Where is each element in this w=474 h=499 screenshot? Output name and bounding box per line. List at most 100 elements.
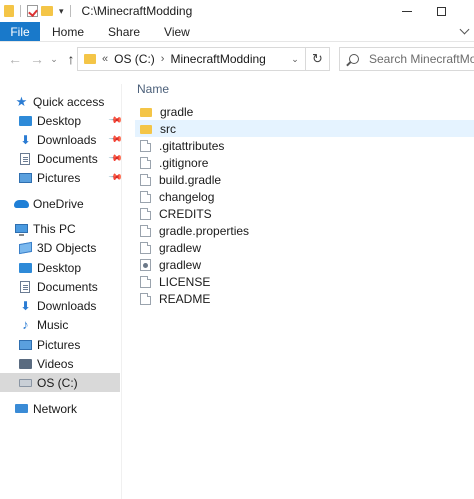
list-item-file[interactable]: build.gradle (135, 171, 474, 188)
sidebar-item-label: 3D Objects (37, 240, 97, 255)
ribbon-tabs: File Home Share View (0, 22, 474, 42)
sidebar-item-pictures[interactable]: Pictures (0, 335, 120, 354)
sidebar-item-documents[interactable]: Documents (0, 277, 120, 296)
sidebar-item-this-pc[interactable]: This PC (0, 219, 120, 238)
folder-icon (140, 124, 152, 134)
tab-home[interactable]: Home (40, 22, 96, 41)
file-name: README (159, 291, 211, 306)
onedrive-icon (14, 199, 29, 208)
minimize-icon (402, 10, 412, 12)
sidebar-item-os-c[interactable]: OS (C:) (0, 373, 120, 392)
list-item-file[interactable]: LICENSE (135, 273, 474, 290)
toolbar-divider (69, 5, 71, 17)
file-name: gradle.properties (159, 223, 250, 238)
list-item-folder-src[interactable]: src (135, 120, 474, 137)
pictures-icon (19, 339, 32, 350)
search-icon (349, 54, 359, 64)
up-arrow-icon: ↑ (67, 51, 75, 67)
list-item-file[interactable]: CREDITS (135, 205, 474, 222)
search-box[interactable]: Search MinecraftModding (339, 47, 474, 71)
sidebar-item-quick-access[interactable]: ★ Quick access (0, 92, 120, 111)
file-icon (140, 275, 151, 288)
3d-objects-icon (19, 241, 32, 254)
minimize-button[interactable] (392, 0, 422, 22)
sidebar-item-label: Pictures (37, 337, 81, 352)
desktop-icon (19, 115, 32, 126)
file-icon (140, 241, 151, 254)
file-icon (140, 190, 151, 203)
file-icon (140, 292, 151, 305)
list-item-file[interactable]: .gitattributes (135, 137, 474, 154)
column-header-name[interactable]: Name (137, 82, 169, 96)
address-history-dropdown[interactable]: ⌄ (287, 48, 303, 70)
sidebar-item-documents-pinned[interactable]: Documents 📌 (0, 149, 123, 168)
list-item-file[interactable]: gradlew (135, 239, 474, 256)
chevron-right-icon[interactable]: › (161, 53, 165, 65)
pin-icon: 📌 (108, 131, 124, 147)
list-item-batch-file[interactable]: gradlew (135, 256, 474, 273)
sidebar-item-label: Desktop (37, 260, 82, 275)
list-item-file[interactable]: README (135, 290, 474, 307)
search-input[interactable]: Search MinecraftModding (369, 52, 474, 66)
list-item-file[interactable]: .gitignore (135, 154, 474, 171)
forward-button[interactable]: → (26, 48, 48, 70)
sidebar-item-videos[interactable]: Videos (0, 354, 120, 373)
back-button[interactable]: ← (4, 48, 26, 70)
sidebar-item-desktop-pinned[interactable]: Desktop 📌 (0, 111, 123, 130)
sidebar-item-onedrive[interactable]: OneDrive (0, 194, 120, 213)
sidebar-item-network[interactable]: Network (0, 399, 120, 418)
sidebar-item-music[interactable]: ♪ Music (0, 315, 120, 334)
address-bar[interactable]: « OS (C:) › MinecraftModding ⌄ ↻ (77, 47, 330, 71)
window-title: C:\MinecraftModding (81, 4, 193, 18)
breadcrumb-os-c[interactable]: OS (C:) (114, 52, 155, 66)
sidebar-item-label: Pictures (37, 170, 81, 185)
navigation-pane: ★ Quick access Desktop 📌 ⬇ Downloads 📌 D… (0, 84, 123, 499)
downloads-icon: ⬇ (20, 298, 31, 313)
quick-access-toolbar: ▾ (0, 0, 74, 22)
refresh-button[interactable]: ↻ (305, 48, 329, 70)
sidebar-item-3d-objects[interactable]: 3D Objects (0, 238, 120, 257)
tab-file[interactable]: File (0, 22, 40, 41)
recent-locations-button[interactable]: ⌄ (48, 54, 60, 65)
pin-icon: 📌 (108, 169, 124, 185)
sidebar-item-label: Documents (37, 279, 98, 294)
list-item-folder-gradle[interactable]: gradle (135, 103, 474, 120)
file-name: gradle (160, 104, 194, 119)
tab-share[interactable]: Share (96, 22, 152, 41)
sidebar-item-downloads[interactable]: ⬇ Downloads (0, 296, 120, 315)
properties-icon[interactable] (27, 5, 38, 17)
documents-icon (20, 152, 30, 165)
maximize-button[interactable] (426, 0, 456, 22)
sidebar-item-label: This PC (33, 221, 76, 236)
file-name: gradlew (159, 257, 202, 272)
file-name: CREDITS (159, 206, 212, 221)
expand-ribbon-button[interactable] (459, 22, 474, 41)
list-item-file[interactable]: gradle.properties (135, 222, 474, 239)
breadcrumb-minecraftmodding[interactable]: MinecraftModding (170, 52, 265, 66)
file-icon (140, 139, 151, 152)
file-icon (140, 224, 151, 237)
sidebar-item-downloads-pinned[interactable]: ⬇ Downloads 📌 (0, 130, 123, 149)
sidebar-item-desktop[interactable]: Desktop (0, 258, 120, 277)
refresh-icon: ↻ (312, 51, 323, 66)
address-overflow-button[interactable]: « (102, 53, 108, 65)
this-pc-icon (15, 224, 28, 236)
navigation-bar: ← → ⌄ ↑ « OS (C:) › MinecraftModding ⌄ ↻… (0, 44, 474, 74)
maximize-icon (436, 6, 446, 16)
chevron-down-icon: ⌄ (50, 53, 58, 64)
sidebar-item-pictures-pinned[interactable]: Pictures 📌 (0, 168, 123, 187)
customize-toolbar-dropdown-icon[interactable]: ▾ (59, 6, 64, 17)
pin-icon: 📌 (108, 112, 124, 128)
music-icon: ♪ (22, 316, 29, 332)
back-arrow-icon: ← (8, 51, 22, 67)
sidebar-item-label: Downloads (37, 298, 97, 313)
tab-view[interactable]: View (152, 22, 202, 41)
new-folder-icon[interactable] (41, 6, 53, 16)
forward-arrow-icon: → (30, 51, 44, 67)
list-item-file[interactable]: changelog (135, 188, 474, 205)
toolbar-divider (20, 5, 21, 17)
file-icon (140, 173, 151, 186)
folder-icon[interactable] (4, 5, 14, 17)
file-icon (140, 156, 151, 169)
sidebar-item-label: Quick access (33, 94, 105, 109)
